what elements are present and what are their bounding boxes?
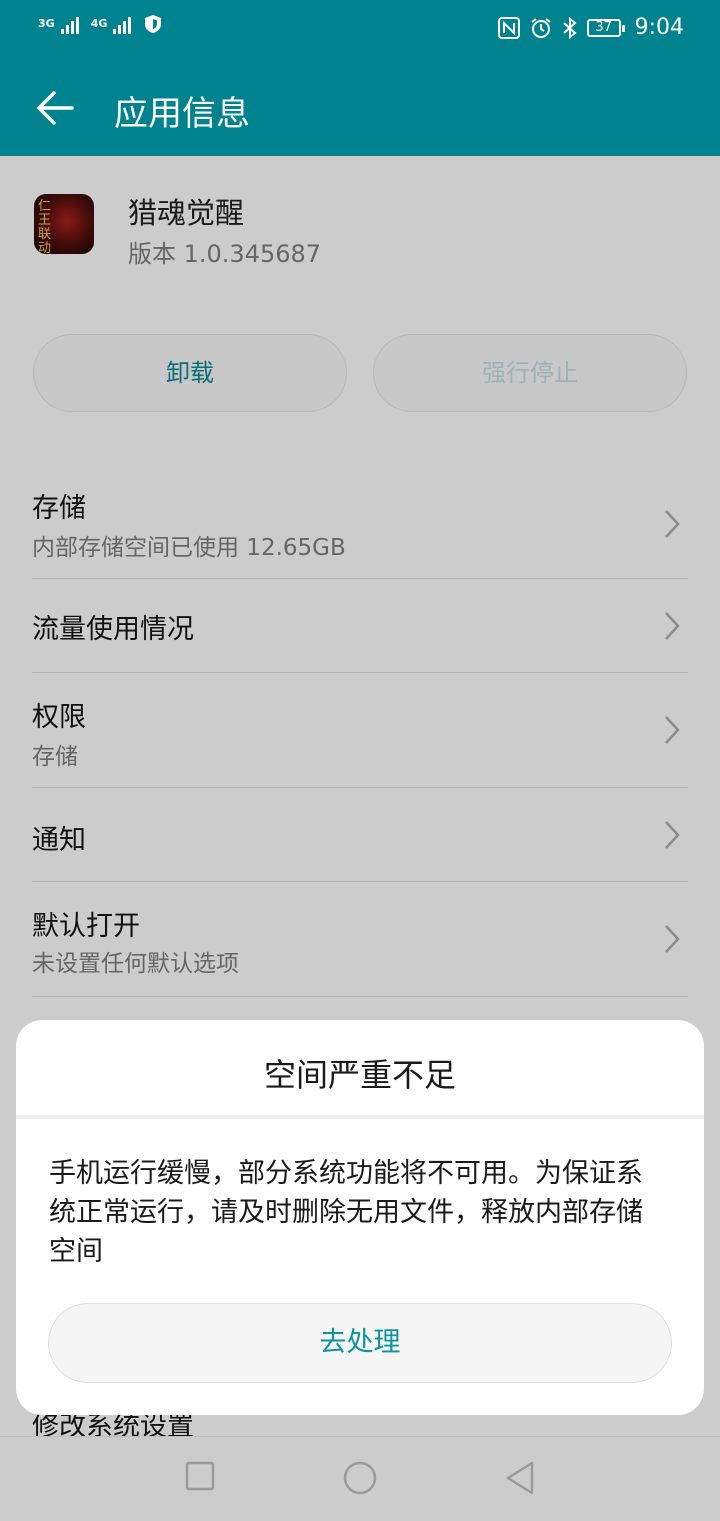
signal-icon <box>60 14 79 34</box>
network-type-1: 3G <box>38 17 55 30</box>
app-bar: 应用信息 <box>0 60 720 156</box>
settings-row-data-usage[interactable]: 流量使用情况 <box>32 579 688 673</box>
app-version: 版本 1.0.345687 <box>128 240 322 268</box>
dialog-divider <box>16 1115 704 1119</box>
alarm-icon <box>530 17 551 38</box>
row-title: 默认打开 <box>32 911 140 942</box>
handle-button[interactable]: 去处理 <box>48 1303 672 1383</box>
row-title: 存储 <box>32 493 86 524</box>
navigation-bar <box>0 1436 720 1521</box>
settings-row-open-by-default[interactable]: 默认打开 未设置任何默认选项 <box>32 882 688 997</box>
app-icon: 仁王联动 <box>34 194 94 254</box>
row-title: 权限 <box>32 702 86 733</box>
network-type-2: 4G <box>90 17 108 30</box>
row-title: 通知 <box>32 825 86 856</box>
app-icon-text: 仁王联动 <box>38 199 52 255</box>
chevron-right-icon <box>665 612 680 640</box>
row-subtitle: 内部存储空间已使用 12.65GB <box>32 535 346 561</box>
security-shield-icon <box>145 15 162 33</box>
settings-row-notifications[interactable]: 通知 <box>32 788 688 882</box>
page-title: 应用信息 <box>114 94 250 134</box>
uninstall-button[interactable]: 卸载 <box>33 334 347 412</box>
nfc-icon <box>497 16 520 39</box>
force-stop-button[interactable]: 强行停止 <box>373 334 687 412</box>
bluetooth-icon <box>562 16 577 39</box>
status-left: 3G 4G <box>38 14 163 34</box>
battery-icon: 37 <box>586 18 625 37</box>
signal-icon <box>113 14 132 34</box>
arrow-left-icon[interactable] <box>34 87 76 129</box>
status-bar: 3G 4G 37 9:04 <box>0 0 720 60</box>
status-right: 37 9:04 <box>497 15 684 40</box>
settings-row-storage[interactable]: 存储 内部存储空间已使用 12.65GB <box>32 474 688 579</box>
row-title: 流量使用情况 <box>32 614 194 645</box>
settings-row-permissions[interactable]: 权限 存储 <box>32 673 688 788</box>
row-subtitle: 存储 <box>32 744 78 770</box>
storage-warning-dialog: 空间严重不足 手机运行缓慢，部分系统功能将不可用。为保证系统正常运行，请及时删除… <box>16 1020 704 1415</box>
chevron-right-icon <box>665 716 680 744</box>
dialog-message: 手机运行缓慢，部分系统功能将不可用。为保证系统正常运行，请及时删除无用文件，释放… <box>49 1158 643 1267</box>
dialog-title: 空间严重不足 <box>263 1056 456 1094</box>
row-subtitle: 未设置任何默认选项 <box>32 951 239 977</box>
recent-apps-icon[interactable] <box>185 1461 215 1491</box>
chevron-right-icon <box>665 821 680 849</box>
home-icon[interactable] <box>343 1461 377 1495</box>
back-nav-icon[interactable] <box>505 1461 535 1495</box>
app-name: 猎魂觉醒 <box>128 196 245 230</box>
chevron-right-icon <box>665 925 680 953</box>
clock: 9:04 <box>634 15 684 40</box>
chevron-right-icon <box>665 510 680 538</box>
